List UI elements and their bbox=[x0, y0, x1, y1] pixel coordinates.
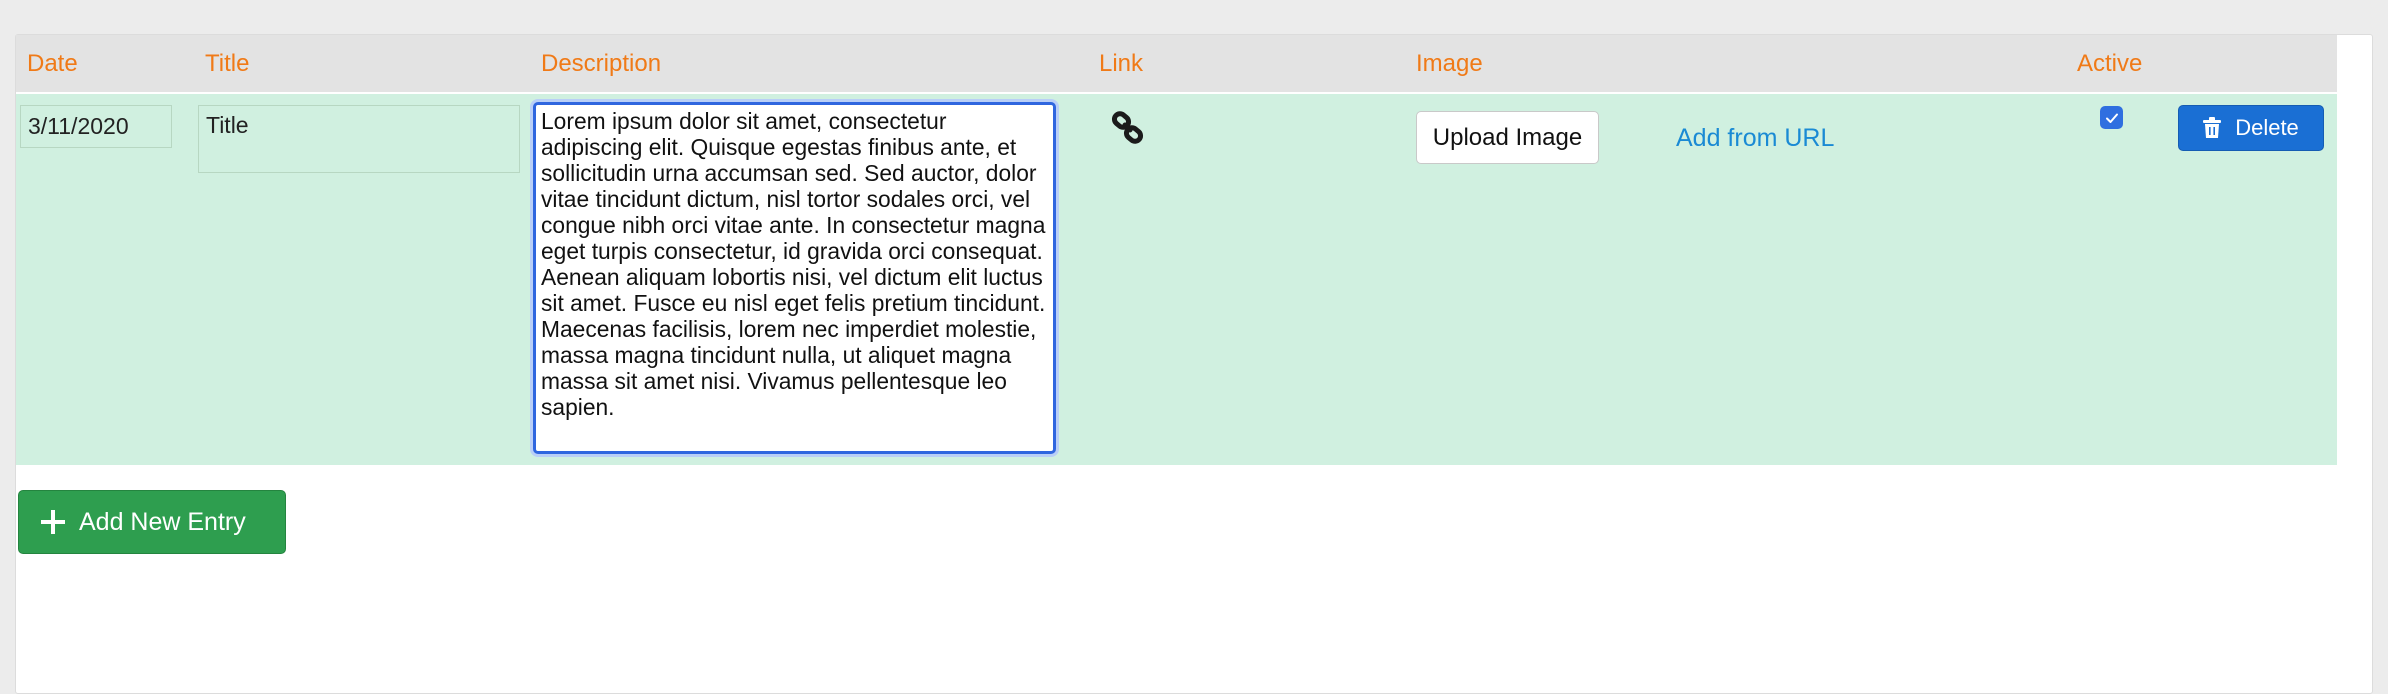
plus-icon bbox=[41, 510, 65, 534]
table-header: Date Title Description Link Image Active bbox=[16, 35, 2337, 94]
add-from-url-link[interactable]: Add from URL bbox=[1676, 124, 1834, 153]
active-checkbox[interactable] bbox=[2100, 106, 2123, 129]
column-header-title: Title bbox=[205, 50, 250, 77]
date-input[interactable] bbox=[20, 105, 172, 148]
add-new-entry-label: Add New Entry bbox=[79, 507, 246, 536]
delete-button[interactable]: Delete bbox=[2178, 105, 2324, 151]
add-new-entry-button[interactable]: Add New Entry bbox=[18, 490, 286, 554]
entries-panel: Date Title Description Link Image Active… bbox=[15, 34, 2373, 694]
column-header-link: Link bbox=[1099, 50, 1144, 77]
column-header-date: Date bbox=[27, 50, 78, 77]
trash-icon bbox=[2203, 117, 2222, 138]
description-textarea[interactable]: Lorem ipsum dolor sit amet, consectetur … bbox=[533, 102, 1056, 454]
column-header-image: Image bbox=[1416, 50, 1483, 77]
upload-image-button[interactable]: Upload Image bbox=[1416, 111, 1599, 164]
delete-label: Delete bbox=[2235, 115, 2299, 140]
link-icon[interactable] bbox=[1108, 108, 1148, 148]
checkmark-icon bbox=[2105, 113, 2118, 123]
column-header-active: Active bbox=[2077, 50, 2143, 77]
title-input[interactable]: Title bbox=[198, 105, 520, 173]
column-header-description: Description bbox=[541, 50, 662, 77]
table-row: Title Lorem ipsum dolor sit amet, consec… bbox=[16, 94, 2337, 465]
